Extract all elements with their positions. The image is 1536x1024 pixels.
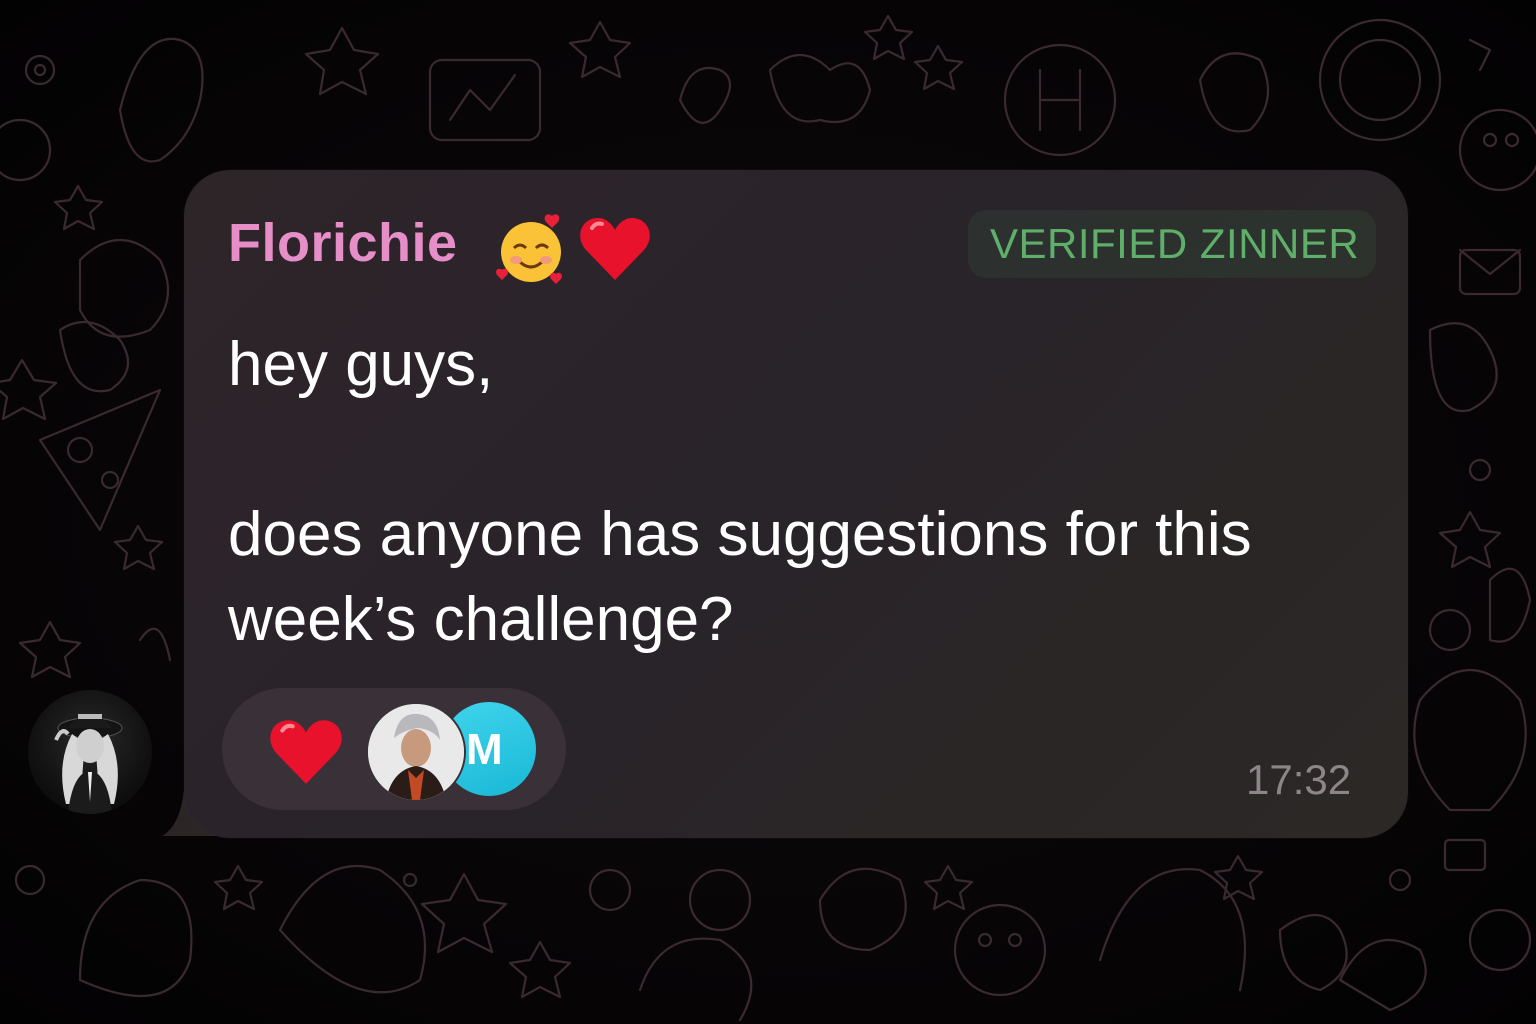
sender-avatar-image (54, 714, 123, 814)
sender-avatar[interactable] (28, 690, 152, 814)
sender-name[interactable]: Florichie (228, 208, 458, 278)
reactor-initial: M (466, 725, 503, 774)
reactor-avatar-image (368, 704, 464, 800)
role-badge-label: VERIFIED ZINNER (990, 220, 1360, 267)
reactor-avatar[interactable] (366, 702, 466, 802)
message-row: Florichie VERIFIED ZINNER hey guys, does… (0, 0, 1536, 1024)
message-timestamp: 17:32 (1246, 756, 1352, 803)
red-heart-icon (580, 218, 650, 280)
reaction-heart-icon (270, 720, 342, 784)
smiling-face-with-hearts-icon (496, 214, 562, 284)
message-text: hey guys, does anyone has suggestions fo… (228, 330, 1252, 654)
